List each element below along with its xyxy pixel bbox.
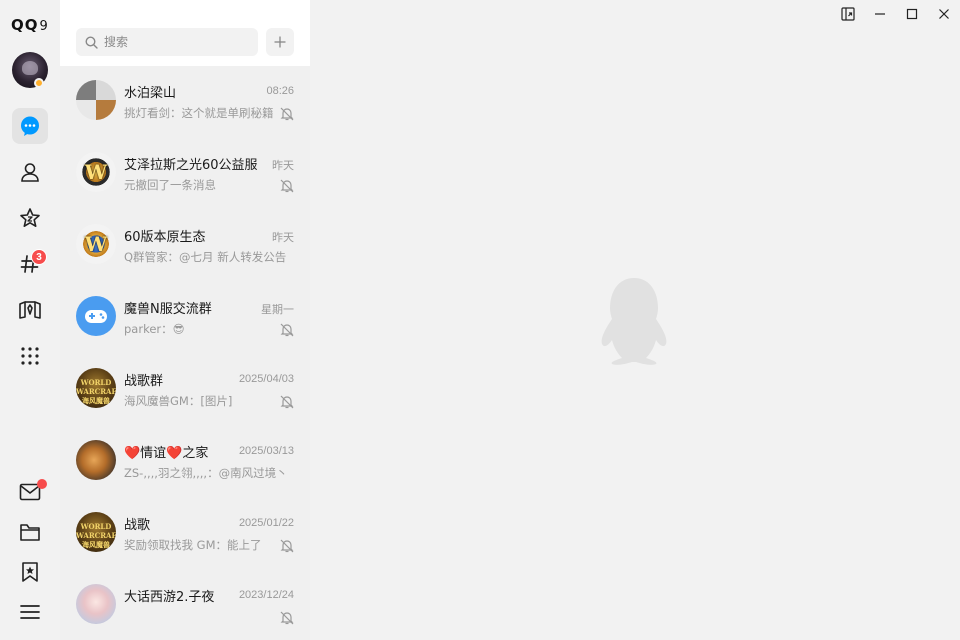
conversation-time: 2025/04/03 bbox=[238, 373, 294, 385]
qq-logo: QQ9 bbox=[11, 16, 49, 34]
maximize-icon bbox=[906, 8, 918, 20]
conversation-item[interactable]: 水泊梁山 08:26 挑灯看剑：这个就是单刷秘籍 bbox=[60, 66, 310, 138]
conversation-name: 艾泽拉斯之光60公益服 bbox=[124, 158, 258, 173]
gamepad-icon bbox=[85, 310, 107, 323]
group-avatar: W bbox=[76, 152, 116, 192]
nav-files-button[interactable] bbox=[12, 514, 48, 550]
chat-bubble-icon bbox=[21, 116, 39, 136]
conversation-preview: ZS-,,,,羽之翎,,,,：@南风过境丶 bbox=[124, 466, 288, 480]
nav-messages-button[interactable] bbox=[12, 108, 48, 144]
group-avatar: W bbox=[76, 224, 116, 264]
conversation-preview: 奖励领取找我 GM：能上了 bbox=[124, 538, 262, 552]
conversation-name: 魔兽N服交流群 bbox=[124, 302, 212, 317]
nav-games-button[interactable] bbox=[12, 292, 48, 328]
plus-icon bbox=[274, 36, 286, 48]
conversation-name: 60版本原生态 bbox=[124, 230, 206, 245]
search-box[interactable] bbox=[76, 28, 258, 56]
mute-bell-icon bbox=[280, 323, 294, 337]
apps-grid-icon bbox=[21, 347, 39, 365]
nav-apps-button[interactable] bbox=[12, 338, 48, 374]
group-avatar bbox=[76, 296, 116, 336]
game-card-icon bbox=[19, 301, 41, 319]
pin-window-button[interactable] bbox=[836, 4, 860, 24]
qq-penguin-watermark-icon bbox=[601, 278, 667, 365]
minimize-button[interactable] bbox=[868, 4, 892, 24]
channels-unread-badge: 3 bbox=[31, 249, 47, 265]
conversation-preview: Q群管家：@七月 新人转发公告 bbox=[124, 250, 287, 264]
person-icon bbox=[21, 163, 39, 182]
search-header bbox=[60, 0, 310, 66]
folder-icon bbox=[20, 524, 40, 541]
add-button[interactable] bbox=[266, 28, 294, 56]
conversation-time: 2023/12/24 bbox=[238, 589, 294, 601]
hamburger-menu-icon bbox=[20, 605, 40, 619]
conversation-item[interactable]: WORLDWARCRAFT海风魔兽 战歌 2025/01/22 奖励领取找我 G… bbox=[60, 498, 310, 570]
close-button[interactable] bbox=[932, 4, 956, 24]
minimize-icon bbox=[875, 13, 885, 15]
conversation-time: 昨天 bbox=[272, 232, 294, 244]
chat-main-area bbox=[310, 0, 960, 640]
pin-window-icon bbox=[841, 7, 855, 21]
conversation-time: 2025/03/13 bbox=[238, 445, 294, 457]
mute-bell-icon bbox=[280, 539, 294, 553]
conversation-item[interactable]: W 60版本原生态 昨天 Q群管家：@七月 新人转发公告 bbox=[60, 210, 310, 282]
maximize-button[interactable] bbox=[900, 4, 924, 24]
conversation-time: 2025/01/22 bbox=[238, 517, 294, 529]
mute-bell-icon bbox=[280, 107, 294, 121]
group-avatar: WORLDWARCRAFT海风魔兽 bbox=[76, 512, 116, 552]
search-icon bbox=[85, 35, 98, 49]
mute-bell-icon bbox=[280, 395, 294, 409]
bookmark-star-icon bbox=[22, 562, 38, 582]
conversation-item[interactable]: ❤️情谊❤️之家 2025/03/13 ZS-,,,,羽之翎,,,,：@南风过境… bbox=[60, 426, 310, 498]
conversation-time: 昨天 bbox=[272, 160, 294, 172]
conversation-item[interactable]: 大话西游2.子夜 2023/12/24 bbox=[60, 570, 310, 640]
conversation-item[interactable]: W 艾泽拉斯之光60公益服 昨天 元撤回了一条消息 bbox=[60, 138, 310, 210]
group-avatar bbox=[76, 584, 116, 624]
conversation-item[interactable]: WORLDWARCRAFT海风魔兽 战歌群 2025/04/03 海风魔兽GM：… bbox=[60, 354, 310, 426]
close-icon bbox=[939, 9, 949, 19]
conversation-name: 水泊梁山 bbox=[124, 86, 177, 101]
left-nav-rail: QQ9 3 bbox=[0, 0, 60, 640]
conversation-name: 大话西游2.子夜 bbox=[124, 590, 215, 605]
nav-contacts-button[interactable] bbox=[12, 154, 48, 190]
nav-favorites-button[interactable] bbox=[12, 200, 48, 236]
mute-bell-icon bbox=[280, 179, 294, 193]
conversation-preview: parker：😎 bbox=[124, 322, 185, 336]
online-status-dot bbox=[34, 78, 44, 88]
mail-unread-dot bbox=[37, 479, 47, 489]
conversation-time: 星期一 bbox=[261, 304, 294, 316]
conversation-time: 08:26 bbox=[266, 85, 294, 97]
conversation-preview: 挑灯看剑：这个就是单刷秘籍 bbox=[124, 106, 274, 120]
conversation-list-panel: 水泊梁山 08:26 挑灯看剑：这个就是单刷秘籍 W 艾泽拉斯之光60公益服 昨… bbox=[60, 0, 310, 640]
conversation-name: ❤️情谊❤️之家 bbox=[124, 446, 209, 461]
nav-main-menu-button[interactable] bbox=[12, 594, 48, 630]
group-avatar: WORLDWARCRAFT海风魔兽 bbox=[76, 368, 116, 408]
mute-bell-icon bbox=[280, 611, 294, 625]
conversation-item[interactable]: 魔兽N服交流群 星期一 parker：😎 bbox=[60, 282, 310, 354]
group-avatar bbox=[76, 80, 116, 120]
group-avatar bbox=[76, 440, 116, 480]
search-input[interactable] bbox=[104, 35, 244, 49]
nav-bookmarks-button[interactable] bbox=[12, 554, 48, 590]
conversation-preview: 海风魔兽GM：[图片] bbox=[124, 394, 233, 408]
conversation-preview: 元撤回了一条消息 bbox=[124, 178, 216, 192]
star-icon bbox=[20, 208, 40, 227]
